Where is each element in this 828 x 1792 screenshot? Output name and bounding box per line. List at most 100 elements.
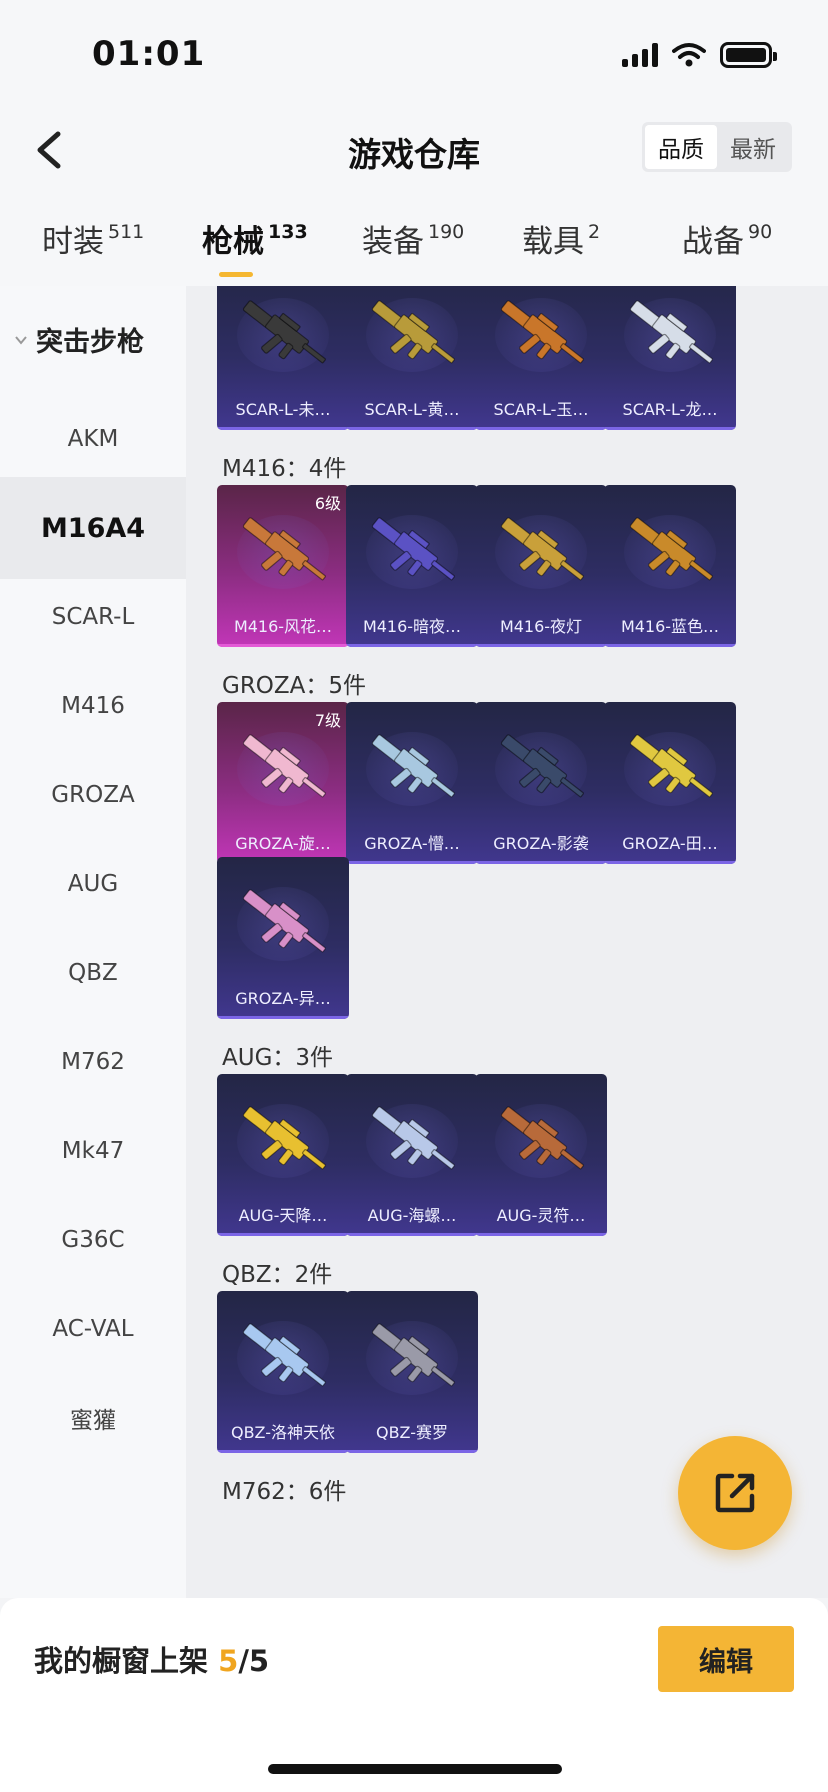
weapon-card[interactable]: SCAR-L-龙… <box>604 286 736 430</box>
card-rarity-bar <box>346 1233 478 1236</box>
sidebar-item[interactable]: AKM <box>0 388 186 490</box>
card-rarity-bar <box>604 427 736 430</box>
rifle-icon <box>629 300 713 364</box>
sidebar-group-label: 突击步枪 <box>36 327 144 358</box>
card-rarity-bar <box>475 644 607 647</box>
weapon-card[interactable]: SCAR-L-玉… <box>475 286 607 430</box>
card-name: SCAR-L-未… <box>235 400 331 419</box>
weapon-card[interactable]: GROZA-异… <box>217 857 349 1019</box>
weapon-card[interactable]: GROZA-影袭 <box>475 702 607 864</box>
sort-newest-button[interactable]: 最新 <box>717 125 789 169</box>
sidebar-item[interactable]: AUG <box>0 833 186 935</box>
share-button[interactable] <box>678 1436 792 1550</box>
card-name: GROZA-懵… <box>364 834 460 853</box>
tab-vehicles[interactable]: 载具 2 <box>522 216 600 261</box>
card-name: GROZA-异… <box>235 989 331 1008</box>
shelf-total-count: /5 <box>238 1644 270 1678</box>
sidebar-item[interactable]: M16A4 <box>0 477 186 579</box>
tab-fashion[interactable]: 时装 511 <box>42 216 144 261</box>
weapon-card[interactable]: 6级 M416-风花… <box>217 485 349 647</box>
weapon-card[interactable]: M416-暗夜… <box>346 485 478 647</box>
rifle-icon <box>242 517 326 581</box>
card-rarity-bar <box>217 1016 349 1019</box>
card-rarity-bar <box>475 861 607 864</box>
tab-count: 133 <box>268 221 308 243</box>
rifle-icon <box>500 1106 584 1170</box>
weapon-grid: SCAR-L-未… SCAR-L-黄… SCAR-L-玉… SCAR-L-龙… M416… <box>186 286 828 1598</box>
sidebar-item[interactable]: Mk47 <box>0 1100 186 1202</box>
card-rarity-bar <box>604 644 736 647</box>
weapon-card[interactable]: AUG-灵符… <box>475 1074 607 1236</box>
rifle-icon <box>242 1106 326 1170</box>
card-name: GROZA-旋… <box>235 834 331 853</box>
tab-label: 枪械 <box>202 224 264 260</box>
card-rarity-bar <box>346 427 478 430</box>
sort-toggle: 品质 最新 <box>642 122 792 172</box>
card-rarity-bar <box>475 1233 607 1236</box>
tab-count: 90 <box>748 221 773 243</box>
section-label: M762：6件 <box>222 1479 347 1505</box>
rifle-icon <box>500 517 584 581</box>
weapon-card[interactable]: AUG-海螺… <box>346 1074 478 1236</box>
tab-guns[interactable]: 枪械 133 <box>202 216 308 261</box>
tab-label: 载具 <box>522 224 584 260</box>
sidebar-item[interactable]: M416 <box>0 655 186 757</box>
tab-count: 190 <box>428 221 465 243</box>
shelf-status: 我的橱窗上架 5/5 <box>34 1638 269 1680</box>
nav-bar: 游戏仓库 品质 最新 <box>0 100 828 200</box>
sort-quality-button[interactable]: 品质 <box>645 125 717 169</box>
rifle-icon <box>500 300 584 364</box>
weapon-card[interactable]: GROZA-田… <box>604 702 736 864</box>
sidebar-item[interactable]: QBZ <box>0 922 186 1024</box>
card-name: M416-风花… <box>233 617 333 636</box>
sidebar-item[interactable]: M762 <box>0 1011 186 1113</box>
weapon-card[interactable]: M416-夜灯 <box>475 485 607 647</box>
weapon-card[interactable]: 7级 GROZA-旋… <box>217 702 349 864</box>
external-link-icon <box>715 1473 755 1513</box>
card-rarity-bar <box>346 644 478 647</box>
card-rarity-bar <box>604 861 736 864</box>
tab-supplies[interactable]: 战备 90 <box>682 216 772 261</box>
sidebar-item[interactable]: 蜜獾 <box>0 1367 186 1469</box>
chevron-down-icon <box>15 335 27 345</box>
card-name: AUG-天降… <box>238 1206 328 1225</box>
sidebar-item[interactable]: GROZA <box>0 744 186 846</box>
card-name: SCAR-L-龙… <box>622 400 718 419</box>
sidebar-item[interactable]: SCAR-L <box>0 566 186 668</box>
tab-count: 2 <box>588 221 601 243</box>
bottom-bar: 我的橱窗上架 5/5 编辑 <box>0 1598 828 1792</box>
sidebar-group-header[interactable]: 突击步枪 <box>14 320 144 359</box>
card-name: M416-蓝色… <box>620 617 720 636</box>
weapon-card[interactable]: SCAR-L-未… <box>217 286 349 430</box>
sidebar-item[interactable]: G36C <box>0 1189 186 1291</box>
weapon-card[interactable]: M416-蓝色… <box>604 485 736 647</box>
category-tabs: 时装 511 枪械 133 装备 190 载具 2 战备 90 <box>0 200 828 286</box>
status-icons <box>622 42 777 68</box>
rifle-icon <box>242 1323 326 1387</box>
battery-icon <box>720 42 777 68</box>
edit-button[interactable]: 编辑 <box>658 1626 794 1692</box>
rifle-icon <box>371 1106 455 1170</box>
tab-equipment[interactable]: 装备 190 <box>362 216 464 261</box>
tab-label: 装备 <box>362 224 424 260</box>
card-name: M416-暗夜… <box>362 617 462 636</box>
card-name: M416-夜灯 <box>499 617 583 636</box>
weapon-card[interactable]: QBZ-赛罗 <box>346 1291 478 1453</box>
weapon-card[interactable]: AUG-天降… <box>217 1074 349 1236</box>
card-name: SCAR-L-黄… <box>364 400 460 419</box>
rifle-icon <box>500 734 584 798</box>
weapon-card[interactable]: SCAR-L-黄… <box>346 286 478 430</box>
weapon-card[interactable]: QBZ-洛神天依 <box>217 1291 349 1453</box>
sidebar-item[interactable]: AC-VAL <box>0 1278 186 1380</box>
card-name: QBZ-洛神天依 <box>230 1423 336 1442</box>
tab-count: 511 <box>108 221 145 243</box>
home-indicator <box>268 1764 562 1774</box>
rifle-icon <box>242 889 326 953</box>
card-rarity-bar <box>217 1450 349 1453</box>
card-name: AUG-灵符… <box>496 1206 586 1225</box>
weapon-sidebar: 突击步枪 AKM M16A4 SCAR-L M416 GROZA AUG QBZ M762 Mk… <box>0 286 186 1598</box>
card-name: QBZ-赛罗 <box>375 1423 449 1442</box>
weapon-card[interactable]: GROZA-懵… <box>346 702 478 864</box>
rifle-icon <box>242 734 326 798</box>
card-level-badge: 6级 <box>314 494 341 513</box>
